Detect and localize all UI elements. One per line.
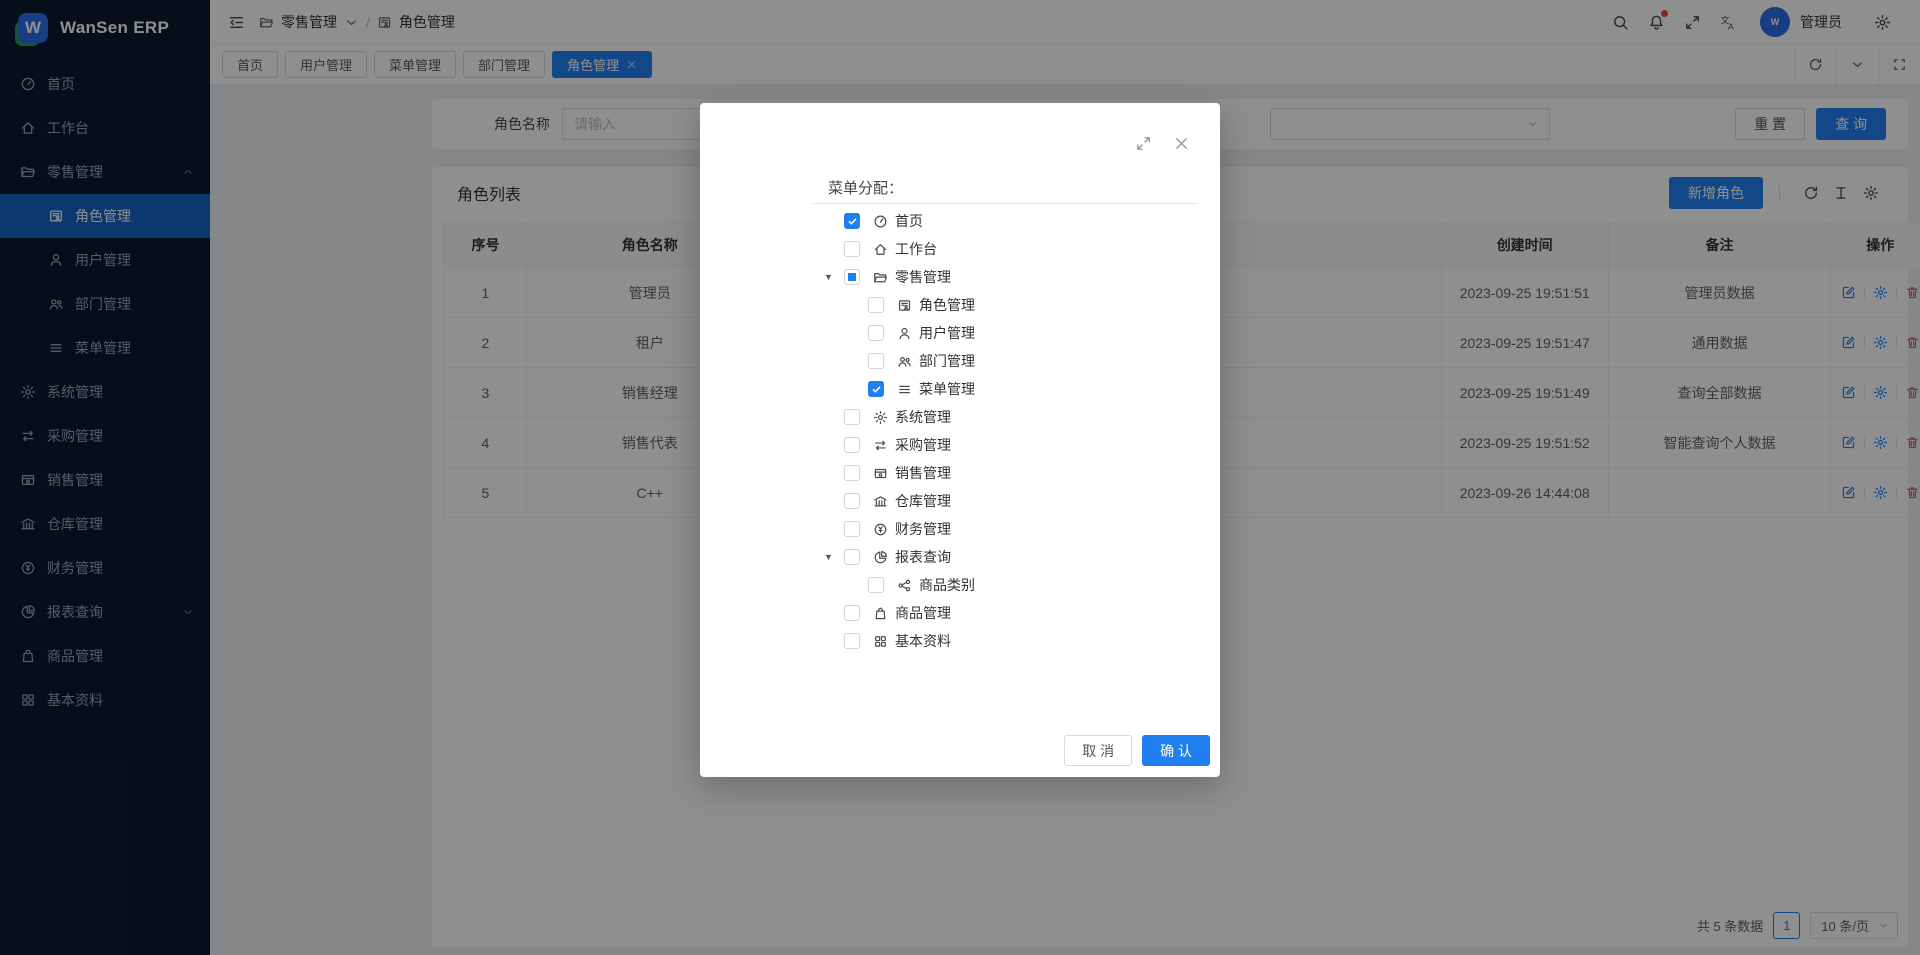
checkbox-销售管理[interactable]	[844, 465, 860, 481]
modal-fullscreen-icon[interactable]	[1135, 135, 1152, 152]
tree-node-采购管理: 采购管理	[812, 431, 1198, 459]
tree-node-财务管理: 财务管理	[812, 515, 1198, 543]
tree-node-基本资料: 基本资料	[812, 627, 1198, 655]
checkbox-工作台[interactable]	[844, 241, 860, 257]
menu-assign-modal: 菜单分配： 首页工作台 ▼ 零售管理角色管理用户管理部门管理菜单管理系统管理采购管理…	[700, 103, 1220, 777]
app-root: W WanSen ERP 首页工作台零售管理角色管理用户管理部门管理菜单管理系统…	[0, 0, 1920, 955]
tree-node-label: 财务管理	[895, 519, 951, 539]
caret-down-icon[interactable]: ▼	[824, 552, 844, 562]
checkbox-首页[interactable]	[844, 213, 860, 229]
menu-tree: 首页工作台 ▼ 零售管理角色管理用户管理部门管理菜单管理系统管理采购管理销售管理仓库…	[812, 207, 1198, 655]
checkbox-用户管理[interactable]	[868, 325, 884, 341]
tree-node-角色管理: 角色管理	[812, 291, 1198, 319]
tree-node-label: 角色管理	[919, 295, 975, 315]
confirm-button[interactable]: 确 认	[1142, 735, 1210, 766]
tree-node-部门管理: 部门管理	[812, 347, 1198, 375]
tree-node-系统管理: 系统管理	[812, 403, 1198, 431]
tree-node-label: 报表查询	[895, 547, 951, 567]
menu-assign-label: 菜单分配：	[828, 177, 903, 198]
dashboard-icon	[873, 214, 888, 229]
tree-node-用户管理: 用户管理	[812, 319, 1198, 347]
modal-divider	[812, 203, 1198, 204]
tree-node-商品管理: 商品管理	[812, 599, 1198, 627]
share-icon	[897, 578, 912, 593]
checkbox-零售管理[interactable]	[844, 269, 860, 285]
tree-node-label: 采购管理	[895, 435, 951, 455]
swap-icon	[873, 438, 888, 453]
tree-node-报表查询: ▼ 报表查询	[812, 543, 1198, 571]
checkbox-采购管理[interactable]	[844, 437, 860, 453]
tree-node-仓库管理: 仓库管理	[812, 487, 1198, 515]
dept-icon	[897, 354, 912, 369]
goods-icon	[873, 606, 888, 621]
warehouse-icon	[873, 494, 888, 509]
checkbox-角色管理[interactable]	[868, 297, 884, 313]
basic-icon	[873, 634, 888, 649]
checkbox-基本资料[interactable]	[844, 633, 860, 649]
tree-node-label: 销售管理	[895, 463, 951, 483]
checkbox-系统管理[interactable]	[844, 409, 860, 425]
checkbox-仓库管理[interactable]	[844, 493, 860, 509]
checkbox-商品类别[interactable]	[868, 577, 884, 593]
tree-node-label: 商品类别	[919, 575, 975, 595]
tree-node-label: 用户管理	[919, 323, 975, 343]
checkbox-财务管理[interactable]	[844, 521, 860, 537]
report-icon	[873, 550, 888, 565]
tree-node-销售管理: 销售管理	[812, 459, 1198, 487]
checkbox-商品管理[interactable]	[844, 605, 860, 621]
sales-icon	[873, 466, 888, 481]
tree-node-首页: 首页	[812, 207, 1198, 235]
tree-node-label: 工作台	[895, 239, 937, 259]
tree-node-label: 系统管理	[895, 407, 951, 427]
tree-node-label: 商品管理	[895, 603, 951, 623]
finance-icon	[873, 522, 888, 537]
tree-node-label: 零售管理	[895, 267, 951, 287]
tree-node-label: 菜单管理	[919, 379, 975, 399]
checkbox-部门管理[interactable]	[868, 353, 884, 369]
tree-node-商品类别: 商品类别	[812, 571, 1198, 599]
cancel-button[interactable]: 取 消	[1064, 735, 1132, 766]
tree-node-label: 仓库管理	[895, 491, 951, 511]
folder-icon	[873, 270, 888, 285]
tree-node-label: 部门管理	[919, 351, 975, 371]
tree-node-label: 基本资料	[895, 631, 951, 651]
gear-icon	[873, 410, 888, 425]
tree-node-零售管理: ▼ 零售管理	[812, 263, 1198, 291]
tree-node-工作台: 工作台	[812, 235, 1198, 263]
user-icon	[897, 326, 912, 341]
caret-down-icon[interactable]: ▼	[824, 272, 844, 282]
home-icon	[873, 242, 888, 257]
checkbox-菜单管理[interactable]	[868, 381, 884, 397]
checkbox-报表查询[interactable]	[844, 549, 860, 565]
tree-node-label: 首页	[895, 211, 923, 231]
menu-icon	[897, 382, 912, 397]
modal-close-icon[interactable]	[1173, 135, 1190, 152]
role-icon	[897, 298, 912, 313]
tree-node-菜单管理: 菜单管理	[812, 375, 1198, 403]
